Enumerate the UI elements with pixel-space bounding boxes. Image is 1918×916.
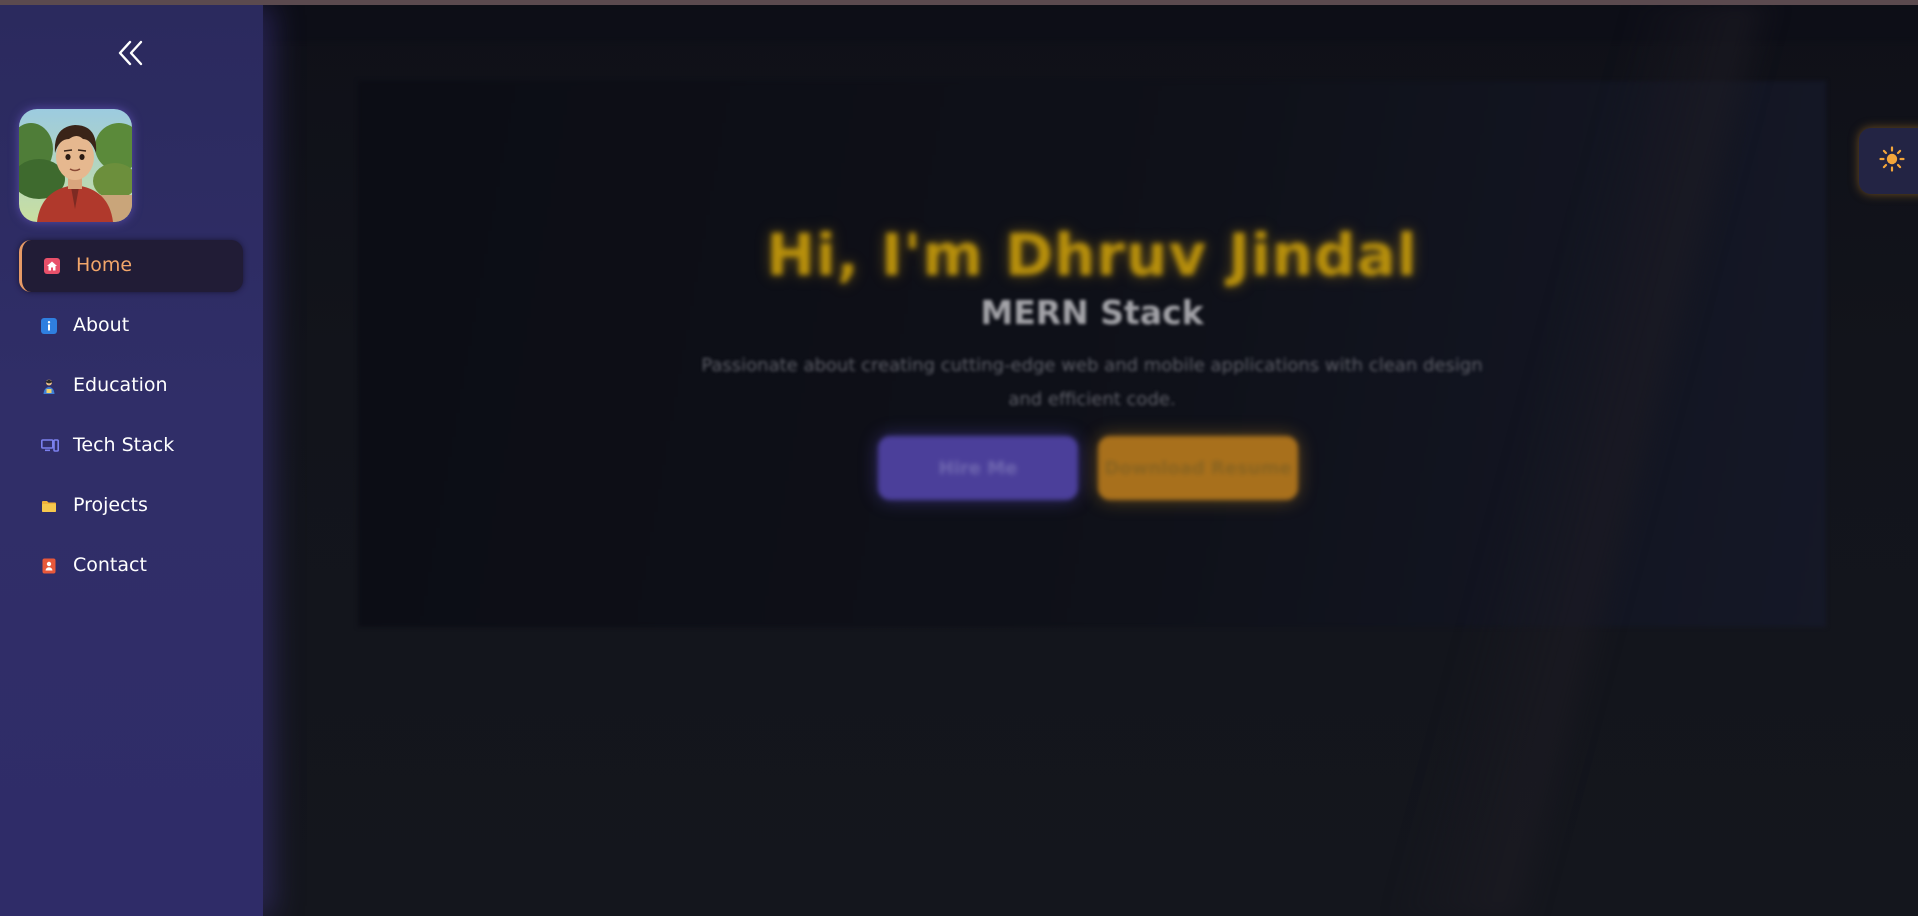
contact-card-icon [41,558,57,574]
sidebar-item-label: Home [76,254,133,276]
sidebar-item-label: Tech Stack [73,434,175,456]
sidebar: Home About Education Tech Stack Projects… [0,5,263,916]
top-accent-line [0,0,1918,5]
sidebar-item-home[interactable]: Home [19,240,243,292]
hero-title: Hi, I'm Dhruv Jindal [766,221,1418,289]
info-icon [41,318,57,334]
sidebar-item-label: Education [73,374,168,396]
sidebar-item-tech-stack[interactable]: Tech Stack [19,420,243,472]
sidebar-item-label: About [73,314,130,336]
sidebar-item-label: Projects [73,494,148,516]
double-chevron-left-icon [115,38,145,72]
sidebar-item-education[interactable]: Education [19,360,243,412]
hero-subtitle: MERN Stack [980,293,1204,332]
sidebar-item-label: Contact [73,554,147,576]
home-icon [44,258,60,274]
sidebar-item-projects[interactable]: Projects [19,480,243,532]
avatar [19,109,132,222]
folder-icon [41,498,57,514]
hire-me-button[interactable]: Hire Me [878,436,1078,500]
sidebar-item-about[interactable]: About [19,300,243,352]
main-topbar [263,5,1918,41]
collapse-sidebar-button[interactable] [110,35,150,75]
sidebar-nav: Home About Education Tech Stack Projects… [19,240,243,600]
computer-icon [41,438,59,454]
main-content: Hi, I'm Dhruv Jindal MERN Stack Passiona… [263,5,1918,916]
theme-toggle-button[interactable] [1859,128,1918,194]
hero-description: Passionate about creating cutting-edge w… [701,355,1483,410]
sidebar-item-contact[interactable]: Contact [19,540,243,592]
student-icon [41,378,57,394]
download-resume-button[interactable]: Download Resume [1098,436,1298,500]
sun-icon [1879,146,1905,176]
hero-section: Hi, I'm Dhruv Jindal MERN Stack Passiona… [358,81,1826,627]
